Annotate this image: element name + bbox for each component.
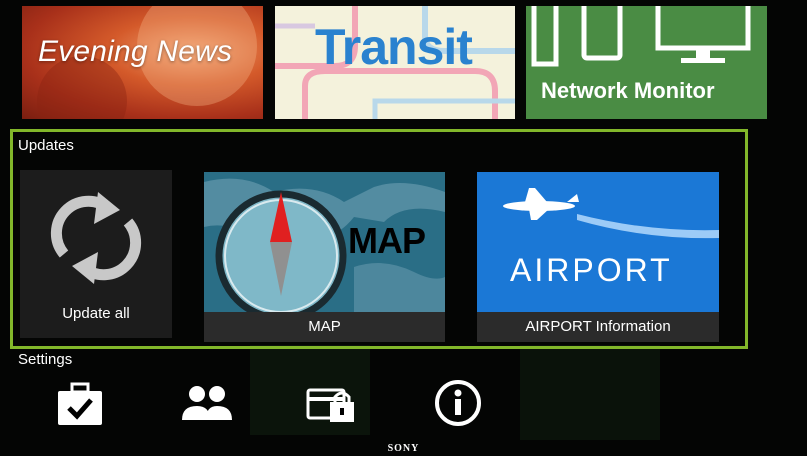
airport-caption[interactable]: AIRPORT Information	[477, 312, 719, 342]
evening-news-title: Evening News	[38, 35, 233, 68]
update-all-button[interactable]: Update all	[20, 170, 172, 338]
map-tile-text: MAP	[348, 220, 426, 261]
brand-logo-text: SONY	[387, 443, 420, 454]
network-monitor-tile[interactable]: Network Monitor	[526, 6, 767, 119]
network-monitor-title: Network Monitor	[541, 78, 715, 103]
people-icon[interactable]	[180, 378, 232, 430]
update-all-label: Update all	[62, 305, 130, 322]
transit-tile[interactable]: Transit	[275, 6, 515, 119]
map-app-tile[interactable]: MAP	[204, 172, 445, 312]
info-icon[interactable]	[432, 378, 484, 430]
airplane-icon	[503, 188, 719, 239]
refresh-icon	[50, 192, 142, 284]
briefcase-check-icon[interactable]	[55, 378, 107, 430]
background-decoration	[520, 345, 660, 440]
evening-news-tile[interactable]: Evening News	[22, 6, 263, 119]
briefcase-check-icon	[58, 382, 102, 425]
updates-section-label: Updates	[18, 137, 74, 154]
airport-app-tile[interactable]: AIRPORT	[477, 172, 719, 312]
transit-title: Transit	[315, 19, 473, 75]
map-caption[interactable]: MAP	[204, 312, 445, 342]
airport-tile-text: AIRPORT	[510, 252, 673, 288]
people-icon	[182, 386, 232, 420]
wallet-lock-icon	[306, 388, 354, 422]
settings-section-label: Settings	[18, 351, 73, 368]
wallet-lock-icon[interactable]	[306, 378, 358, 430]
info-icon	[435, 380, 481, 426]
